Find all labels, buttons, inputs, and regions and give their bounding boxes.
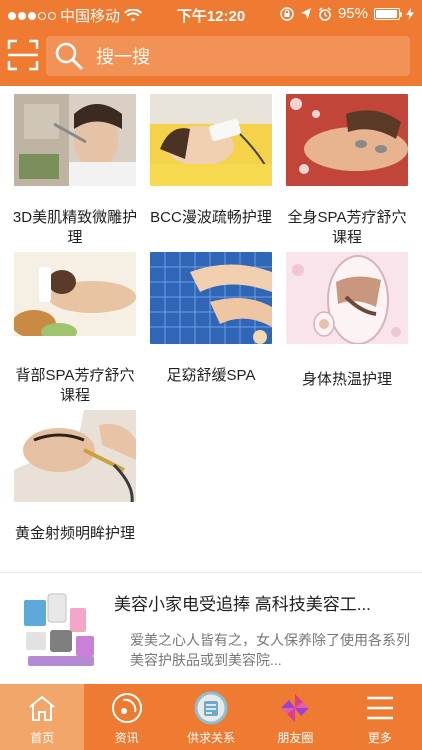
alarm-icon	[318, 6, 331, 21]
service-thumbnail	[14, 410, 136, 502]
service-label: 背部SPA芳疗舒穴课程	[15, 367, 135, 404]
bottom-nav: 首页 资讯 供求关系 朋友圈 更多	[0, 684, 422, 750]
battery-fill	[376, 9, 397, 18]
service-grid: 3D美肌精致微雕护理 BCC漫波疏畅护理 全身SPA芳疗舒穴课程 背部SPA芳疗…	[0, 86, 422, 564]
search-icon	[55, 42, 83, 70]
nav-label: 资讯	[114, 731, 139, 745]
lock-rotation-icon	[280, 6, 294, 21]
news-thumbnail	[18, 590, 104, 676]
service-thumbnail	[286, 94, 408, 186]
menu-icon	[363, 691, 397, 725]
charging-icon	[406, 7, 414, 20]
status-bar: 中国移动 下午12:20 95%	[0, 0, 422, 28]
nav-label: 供求关系	[187, 731, 236, 745]
nav-item-home[interactable]: 首页	[0, 684, 85, 750]
battery-percent: 95%	[337, 5, 368, 22]
service-thumbnail	[150, 252, 272, 344]
home-icon	[25, 691, 59, 725]
scan-button[interactable]	[6, 38, 40, 72]
service-thumbnail	[14, 252, 136, 344]
search-bar[interactable]: 搜一搜	[46, 36, 410, 76]
service-label: 黄金射频明眸护理	[14, 525, 135, 542]
section-divider	[0, 572, 422, 573]
nav-item-supply[interactable]: 供求关系	[169, 684, 253, 750]
nav-label: 朋友圈	[277, 731, 314, 745]
top-bar: 中国移动 下午12:20 95% 搜一搜	[0, 0, 422, 86]
nav-label: 更多	[367, 731, 392, 745]
news-card[interactable]: 美容小家电受追捧 高科技美容工... 爱美之心人皆有之，女人保养除了使用各系列美…	[0, 574, 422, 684]
status-right: 95%	[280, 5, 414, 22]
service-label: 全身SPA芳疗舒穴课程	[287, 209, 407, 246]
location-icon	[300, 7, 311, 20]
nav-item-news[interactable]: 资讯	[84, 684, 168, 750]
moments-icon	[278, 691, 312, 725]
service-label: 身体热温护理	[301, 371, 392, 388]
supply-demand-icon	[194, 691, 228, 725]
news-title: 美容小家电受追捧 高科技美容工...	[114, 595, 371, 614]
service-thumbnail	[150, 94, 272, 186]
service-label: 3D美肌精致微雕护理	[12, 209, 138, 246]
service-thumbnail	[14, 94, 136, 186]
nav-label: 首页	[30, 731, 55, 745]
service-label: BCC漫波疏畅护理	[150, 209, 272, 226]
service-thumbnail	[286, 252, 408, 344]
nav-item-moments[interactable]: 朋友圈	[253, 684, 337, 750]
news-description: 爱美之心人皆有之，女人保养除了使用各系列美容护肤品或到美容院...	[130, 632, 410, 668]
battery-icon	[374, 7, 402, 20]
search-placeholder: 搜一搜	[96, 47, 150, 67]
nav-item-more[interactable]: 更多	[338, 684, 422, 750]
news-icon	[110, 691, 144, 725]
scan-icon	[7, 39, 39, 71]
service-label: 足窈舒缓SPA	[166, 367, 256, 384]
